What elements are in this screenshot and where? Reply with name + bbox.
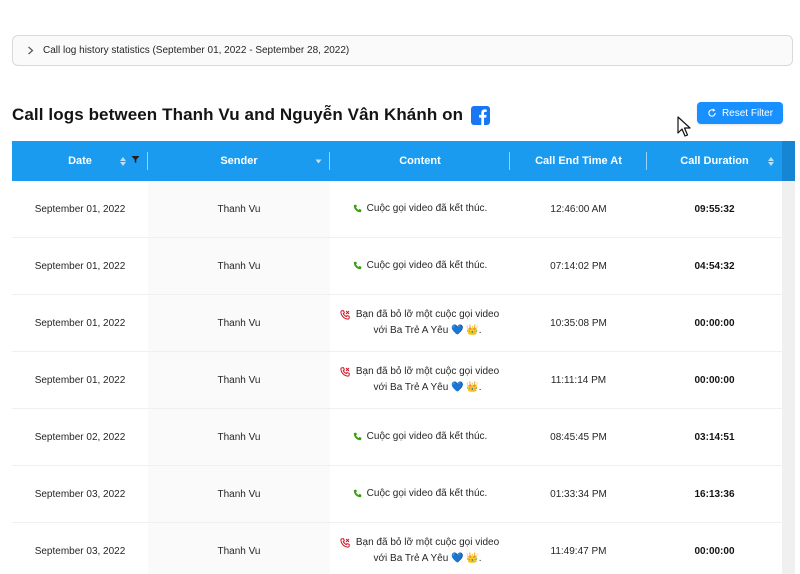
content-text: Bạn đã bỏ lỡ một cuộc gọi video với Ba T… bbox=[355, 537, 500, 564]
end-time-cell: 08:45:45 PM bbox=[550, 431, 607, 443]
sender-cell: Thanh Vu bbox=[148, 238, 330, 294]
call-log-page: Call log history statistics (September 0… bbox=[0, 0, 800, 574]
column-header-content: Content bbox=[330, 141, 510, 181]
end-time-cell: 07:14:02 PM bbox=[550, 260, 607, 272]
table-row[interactable]: September 01, 2022 Thanh Vu Bạn đã bỏ lỡ… bbox=[12, 352, 795, 409]
scrollbar-track[interactable] bbox=[782, 238, 795, 294]
column-label: Call Duration bbox=[680, 155, 749, 167]
end-time-cell: 10:35:08 PM bbox=[550, 317, 607, 329]
reset-filter-label: Reset Filter bbox=[721, 107, 774, 119]
reset-filter-button[interactable]: Reset Filter bbox=[697, 102, 783, 124]
duration-cell: 09:55:32 bbox=[694, 203, 735, 215]
phone-icon bbox=[353, 489, 362, 498]
sender-cell: Thanh Vu bbox=[148, 409, 330, 465]
duration-cell: 04:54:32 bbox=[694, 260, 735, 272]
duration-cell: 00:00:00 bbox=[694, 374, 735, 386]
table-row[interactable]: September 02, 2022 Thanh Vu Cuộc gọi vid… bbox=[12, 409, 795, 466]
content-text: Bạn đã bỏ lỡ một cuộc gọi video với Ba T… bbox=[355, 309, 500, 336]
header-scrollbar-spacer bbox=[782, 141, 795, 181]
stats-panel-title[interactable]: Call log history statistics (September 0… bbox=[43, 45, 349, 56]
mouse-cursor-icon bbox=[677, 116, 693, 143]
column-header-end-time: Call End Time At bbox=[510, 141, 647, 181]
sender-cell: Thanh Vu bbox=[148, 466, 330, 522]
missed-call-icon bbox=[340, 367, 350, 377]
missed-call-icon bbox=[340, 538, 350, 548]
column-header-sender[interactable]: Sender bbox=[148, 141, 330, 181]
table-row[interactable]: September 03, 2022 Thanh Vu Cuộc gọi vid… bbox=[12, 466, 795, 523]
sender-cell: Thanh Vu bbox=[148, 295, 330, 351]
date-cell: September 01, 2022 bbox=[34, 203, 126, 215]
content-cell: Bạn đã bỏ lỡ một cuộc gọi video với Ba T… bbox=[330, 352, 510, 408]
content-text: Cuộc gọi video đã kết thúc. bbox=[366, 488, 488, 499]
end-time-cell: 11:49:47 PM bbox=[550, 545, 607, 557]
duration-cell: 16:13:36 bbox=[694, 488, 735, 500]
column-label: Content bbox=[399, 155, 441, 167]
chevron-right-icon[interactable] bbox=[25, 46, 35, 55]
content-cell: Bạn đã bỏ lỡ một cuộc gọi video với Ba T… bbox=[330, 295, 510, 351]
phone-icon bbox=[353, 261, 362, 270]
content-text: Cuộc gọi video đã kết thúc. bbox=[366, 203, 488, 214]
scrollbar-track[interactable] bbox=[782, 181, 795, 237]
date-cell: September 01, 2022 bbox=[34, 374, 126, 386]
date-cell: September 03, 2022 bbox=[34, 545, 126, 557]
end-time-cell: 11:11:14 PM bbox=[550, 374, 607, 386]
table-row[interactable]: September 01, 2022 Thanh Vu Cuộc gọi vid… bbox=[12, 181, 795, 238]
table-row[interactable]: September 03, 2022 Thanh Vu Bạn đã bỏ lỡ… bbox=[12, 523, 795, 574]
date-cell: September 01, 2022 bbox=[34, 317, 126, 329]
duration-cell: 00:00:00 bbox=[694, 317, 735, 329]
sender-cell: Thanh Vu bbox=[148, 352, 330, 408]
content-cell: Cuộc gọi video đã kết thúc. bbox=[330, 466, 510, 522]
content-text: Bạn đã bỏ lỡ một cuộc gọi video với Ba T… bbox=[355, 366, 500, 393]
date-cell: September 02, 2022 bbox=[34, 431, 126, 443]
phone-icon bbox=[353, 432, 362, 441]
content-text: Cuộc gọi video đã kết thúc. bbox=[366, 431, 488, 442]
column-header-date[interactable]: Date bbox=[12, 141, 148, 181]
end-time-cell: 01:33:34 PM bbox=[550, 488, 607, 500]
table-body: September 01, 2022 Thanh Vu Cuộc gọi vid… bbox=[12, 181, 795, 574]
table-row[interactable]: September 01, 2022 Thanh Vu Cuộc gọi vid… bbox=[12, 238, 795, 295]
content-cell: Cuộc gọi video đã kết thúc. bbox=[330, 409, 510, 465]
content-text: Cuộc gọi video đã kết thúc. bbox=[366, 260, 488, 271]
sort-icon[interactable] bbox=[768, 156, 774, 166]
scrollbar-track[interactable] bbox=[782, 523, 795, 574]
sender-cell: Thanh Vu bbox=[148, 523, 330, 574]
phone-icon bbox=[353, 204, 362, 213]
sender-cell: Thanh Vu bbox=[148, 181, 330, 237]
caret-down-icon[interactable] bbox=[315, 155, 322, 167]
duration-cell: 03:14:51 bbox=[694, 431, 735, 443]
duration-cell: 00:00:00 bbox=[694, 545, 735, 557]
scrollbar-track[interactable] bbox=[782, 466, 795, 522]
filter-icon[interactable] bbox=[131, 155, 140, 167]
missed-call-icon bbox=[340, 310, 350, 320]
scrollbar-track[interactable] bbox=[782, 295, 795, 351]
column-label: Call End Time At bbox=[535, 155, 622, 167]
call-log-table: Date Sender Content Call End Time At Cal… bbox=[12, 141, 795, 574]
facebook-icon bbox=[471, 105, 491, 125]
page-title: Call logs between Thanh Vu and Nguyễn Vâ… bbox=[12, 105, 464, 124]
column-header-duration[interactable]: Call Duration bbox=[647, 141, 782, 181]
scrollbar-track[interactable] bbox=[782, 352, 795, 408]
scrollbar-track[interactable] bbox=[782, 409, 795, 465]
column-label: Date bbox=[68, 155, 92, 167]
table-row[interactable]: September 01, 2022 Thanh Vu Bạn đã bỏ lỡ… bbox=[12, 295, 795, 352]
reload-icon bbox=[707, 108, 717, 118]
date-cell: September 03, 2022 bbox=[34, 488, 126, 500]
page-heading: Call logs between Thanh Vu and Nguyễn Vâ… bbox=[12, 102, 491, 128]
date-cell: September 01, 2022 bbox=[34, 260, 126, 272]
content-cell: Cuộc gọi video đã kết thúc. bbox=[330, 238, 510, 294]
content-cell: Bạn đã bỏ lỡ một cuộc gọi video với Ba T… bbox=[330, 523, 510, 574]
end-time-cell: 12:46:00 AM bbox=[550, 203, 607, 215]
stats-collapse-panel[interactable]: Call log history statistics (September 0… bbox=[12, 35, 793, 66]
content-cell: Cuộc gọi video đã kết thúc. bbox=[330, 181, 510, 237]
table-header: Date Sender Content Call End Time At Cal… bbox=[12, 141, 795, 181]
sort-icon[interactable] bbox=[120, 156, 126, 166]
column-label: Sender bbox=[220, 155, 258, 167]
